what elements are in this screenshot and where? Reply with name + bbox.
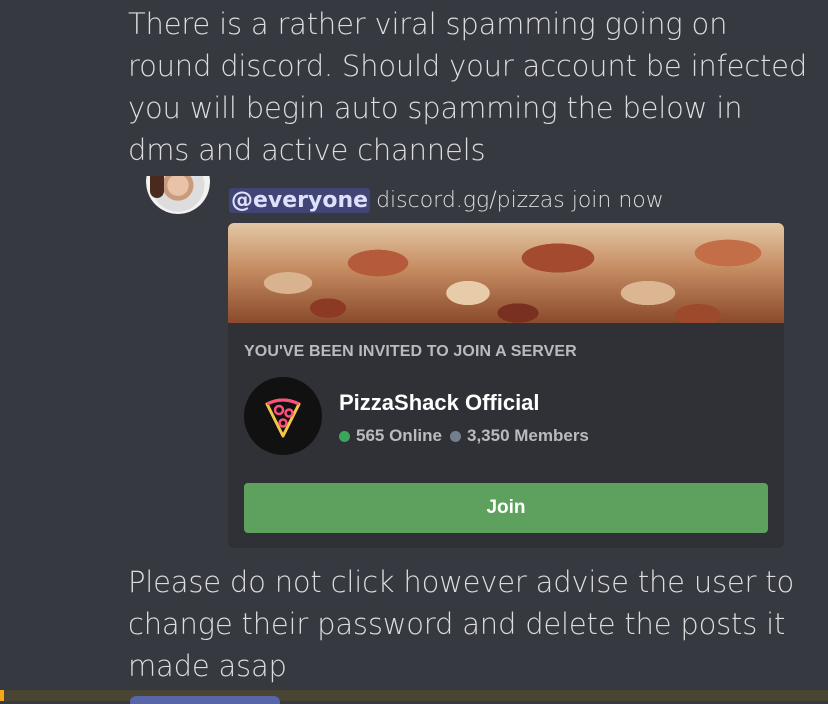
member-count: 3,350 Members	[466, 426, 589, 445]
online-status-dot	[339, 430, 350, 442]
bottom-accent-bar	[0, 690, 4, 701]
server-invite-embed: YOU'VE BEEN INVITED TO JOIN A SERVER Piz…	[228, 223, 784, 548]
join-button[interactable]: Join	[244, 483, 768, 533]
everyone-mention[interactable]: @everyone	[229, 188, 371, 213]
quoted-message-line: @everyone discord.gg/pizzas join now	[229, 185, 664, 217]
bottom-pill	[130, 696, 280, 704]
intro-message-text: There is a rather viral spamming going o…	[128, 7, 808, 167]
quoted-message-text[interactable]: discord.gg/pizzas join now	[376, 188, 664, 213]
bottom-bar	[0, 690, 828, 704]
server-banner-image	[228, 223, 784, 323]
user-avatar[interactable]	[146, 176, 210, 214]
pizza-server-icon[interactable]	[244, 377, 322, 455]
server-name[interactable]: PizzaShack Official	[339, 390, 540, 416]
online-count: 565 Online	[356, 426, 442, 445]
members-status-dot	[449, 430, 461, 442]
server-stats: 565 Online 3,350 Members	[339, 426, 589, 446]
neon-pizza-slice-icon	[265, 398, 301, 438]
outro-message-text: Please do not click however advise the u…	[128, 565, 795, 683]
invite-title: YOU'VE BEEN INVITED TO JOIN A SERVER	[244, 343, 577, 360]
